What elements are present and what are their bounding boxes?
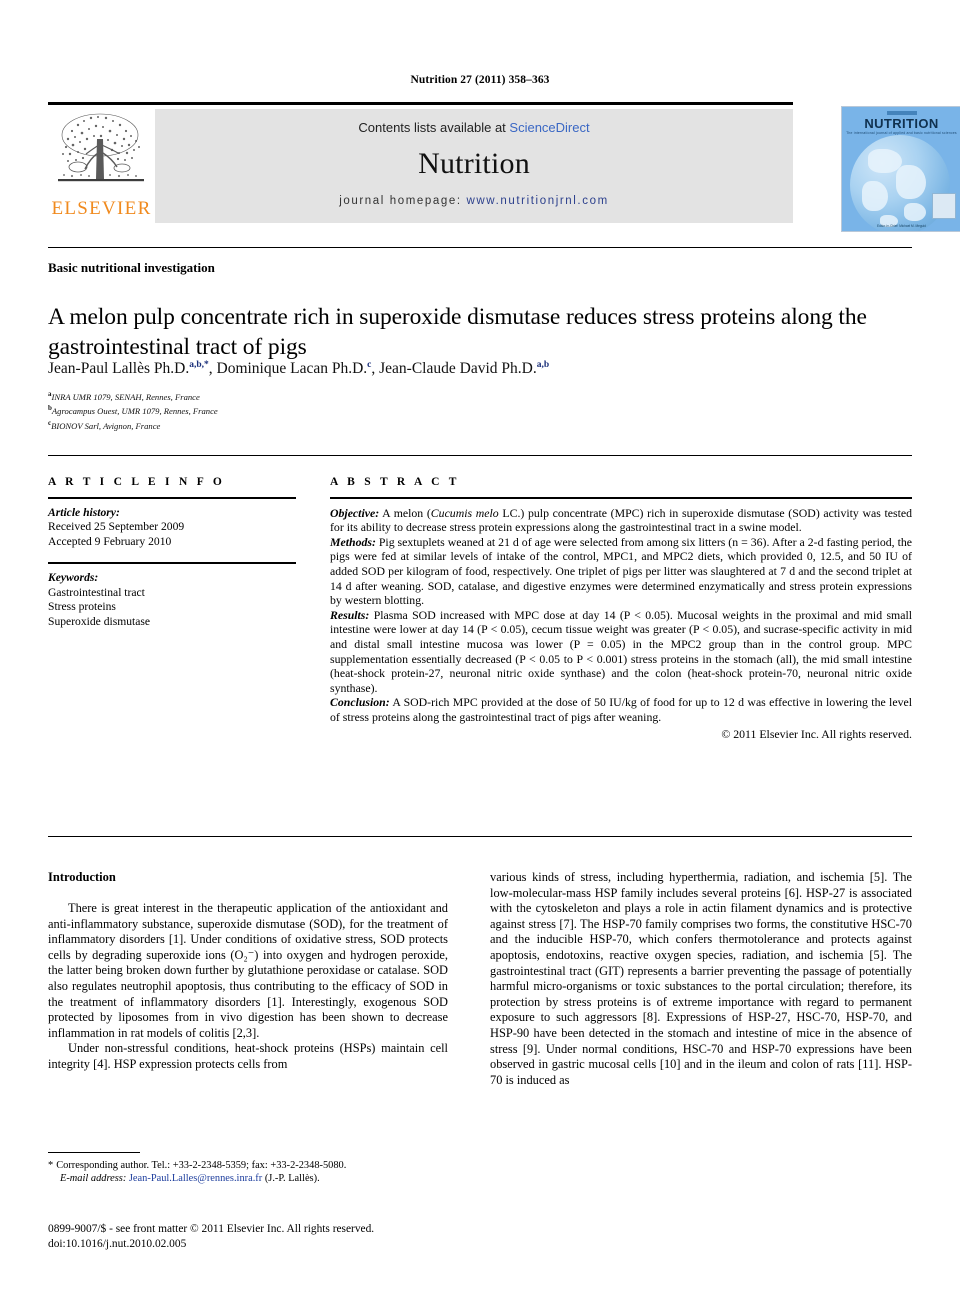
introduction-paragraph: There is great interest in the therapeut… (48, 901, 448, 1040)
article-info-rule (48, 497, 296, 499)
homepage-label: journal homepage: (339, 195, 467, 207)
article-history-received: Received 25 September 2009 (48, 520, 185, 534)
abstract-copyright: © 2011 Elsevier Inc. All rights reserved… (721, 726, 912, 741)
abstract-objective: Objective: A melon (Cucumis melo LC.) pu… (330, 506, 912, 535)
imprint-block: 0899-9007/$ - see front matter © 2011 El… (48, 1222, 478, 1251)
journal-cover-thumbnail: NUTRITION The international journal of a… (841, 106, 960, 232)
article-title: A melon pulp concentrate rich in superox… (48, 303, 867, 360)
cover-footer: Editor-in-Chief: Michael M. Meguid (877, 224, 926, 228)
keywords-rule (48, 562, 296, 564)
article-info-column: A R T I C L E I N F O Article history: R… (48, 476, 296, 629)
abstract-body: Objective: A melon (Cucumis melo LC.) pu… (330, 506, 912, 742)
author-list: Jean-Paul Lallès Ph.D.a,b,*, Dominique L… (48, 360, 550, 378)
body-column-left: Introduction There is great interest in … (48, 870, 448, 1073)
article-history-accepted: Accepted 9 February 2010 (48, 534, 172, 548)
abstract-methods-text: Pig sextuplets weaned at 21 d of age wer… (330, 534, 912, 608)
abstract-species-name: Cucumis melo (430, 505, 499, 520)
author-entry: Dominique Lacan Ph.D.c (217, 360, 372, 377)
abstract-conclusion-text: A SOD-rich MPC provided at the dose of 5… (330, 695, 912, 724)
author-name: Dominique Lacan Ph.D. (216, 360, 368, 378)
author-entry: Jean-Paul Lallès Ph.D.a,b,* (48, 360, 209, 377)
abstract-conclusion: Conclusion: A SOD-rich MPC provided at t… (330, 695, 912, 724)
homepage-url[interactable]: www.nutritionjrnl.com (467, 195, 609, 207)
journal-homepage-line: journal homepage: www.nutritionjrnl.com (155, 195, 793, 207)
abstract-objective-label: Objective: (330, 505, 380, 520)
abstract-section-bottom-rule (48, 836, 912, 837)
affiliation-text: Agrocampus Ouest, UMR 1079, Rennes, Fran… (51, 406, 218, 417)
introduction-paragraph: Under non-stressful conditions, heat-sho… (48, 1041, 448, 1071)
cover-elsevier-mark (932, 193, 956, 219)
running-head: Nutrition 27 (2011) 358–363 (410, 74, 550, 86)
author-affiliation-marks: a,b,* (189, 360, 209, 370)
elsevier-tree-icon (58, 113, 144, 182)
keyword-item: Gastrointestinal tract (48, 585, 145, 599)
email-suffix: (J.-P. Lallès). (262, 1173, 320, 1185)
body-column-right: various kinds of stress, including hyper… (490, 870, 912, 1088)
author-affiliation-marks: a,b (536, 360, 550, 370)
affiliation-item: aINRA UMR 1079, SENAH, Rennes, France (48, 389, 648, 403)
contents-lists-line: Contents lists available at ScienceDirec… (155, 109, 793, 135)
corresponding-author-text: Corresponding author. Tel.: +33-2-2348-5… (56, 1160, 347, 1171)
email-line: E-mail address: Jean-Paul.Lalles@rennes.… (48, 1172, 448, 1185)
journal-title: Nutrition (418, 147, 530, 180)
cover-volume-tag (886, 111, 917, 115)
contents-prefix: Contents lists available at (358, 120, 510, 135)
sciencedirect-banner: Contents lists available at ScienceDirec… (155, 109, 793, 223)
article-history: Article history: Received 25 September 2… (48, 506, 296, 550)
email-address-link[interactable]: Jean-Paul.Lalles@rennes.inra.fr (129, 1173, 262, 1184)
keyword-item: Superoxide dismutase (48, 614, 151, 628)
issn-front-matter-line: 0899-9007/$ - see front matter © 2011 El… (48, 1223, 375, 1235)
journal-article-page: Nutrition 27 (2011) 358–363 ELSEVIER Con… (0, 0, 960, 1290)
cover-title: NUTRITION (864, 116, 939, 131)
introduction-paragraph-continued: various kinds of stress, including hyper… (490, 870, 912, 1087)
corresponding-author-line: * Corresponding author. Tel.: +33-2-2348-… (48, 1159, 448, 1172)
footnote-separator-rule (48, 1152, 140, 1153)
elsevier-logo: ELSEVIER (48, 109, 155, 223)
keywords-label: Keywords: (48, 570, 99, 584)
affiliation-item: bAgrocampus Ouest, UMR 1079, Rennes, Fra… (48, 403, 648, 417)
abstract-results-text: Plasma SOD increased with MPC dose at da… (330, 607, 912, 695)
journal-masthead: ELSEVIER Contents lists available at Sci… (48, 102, 960, 232)
abstract-conclusion-label: Conclusion: (330, 695, 390, 710)
sciencedirect-link[interactable]: ScienceDirect (509, 120, 589, 135)
abstract-column: A B S T R A C T Objective: A melon (Cucu… (330, 476, 912, 741)
abstract-methods: Methods: Pig sextuplets weaned at 21 d o… (330, 535, 912, 608)
author-name: Jean-Claude David Ph.D. (379, 360, 537, 378)
abstract-objective-pre: A melon ( (379, 505, 431, 520)
abstract-heading: A B S T R A C T (330, 476, 460, 488)
affiliation-list: aINRA UMR 1079, SENAH, Rennes, France bA… (48, 389, 648, 432)
affiliation-text: BIONOV Sarl, Avignon, France (51, 420, 161, 431)
section-kicker: Basic nutritional investigation (48, 260, 215, 275)
email-address-label: E-mail address: (60, 1173, 127, 1185)
abstract-results-label: Results: (330, 607, 370, 622)
elsevier-wordmark: ELSEVIER (51, 198, 152, 219)
article-info-heading: A R T I C L E I N F O (48, 476, 226, 488)
abstract-rule (330, 497, 912, 499)
author-entry: Jean-Claude David Ph.D.a,b (379, 360, 549, 377)
abstract-results: Results: Plasma SOD increased with MPC d… (330, 608, 912, 696)
author-affiliation-marks: c (367, 360, 372, 370)
corresponding-author-footnote: * Corresponding author. Tel.: +33-2-2348-… (48, 1159, 448, 1185)
abstract-methods-label: Methods: (330, 534, 376, 549)
corresponding-author-marker: * (48, 1160, 54, 1171)
author-name: Jean-Paul Lallès Ph.D. (48, 360, 190, 378)
keywords-block: Keywords: Gastrointestinal tract Stress … (48, 571, 296, 629)
abstract-section-top-rule (48, 455, 912, 456)
doi-line: doi:10.1016/j.nut.2010.02.005 (48, 1237, 187, 1250)
masthead-bottom-rule (48, 247, 912, 248)
keyword-item: Stress proteins (48, 600, 116, 614)
affiliation-text: INRA UMR 1079, SENAH, Rennes, France (51, 391, 200, 402)
affiliation-item: cBIONOV Sarl, Avignon, France (48, 418, 648, 432)
article-history-label: Article history: (48, 505, 120, 519)
introduction-heading: Introduction (48, 870, 116, 884)
